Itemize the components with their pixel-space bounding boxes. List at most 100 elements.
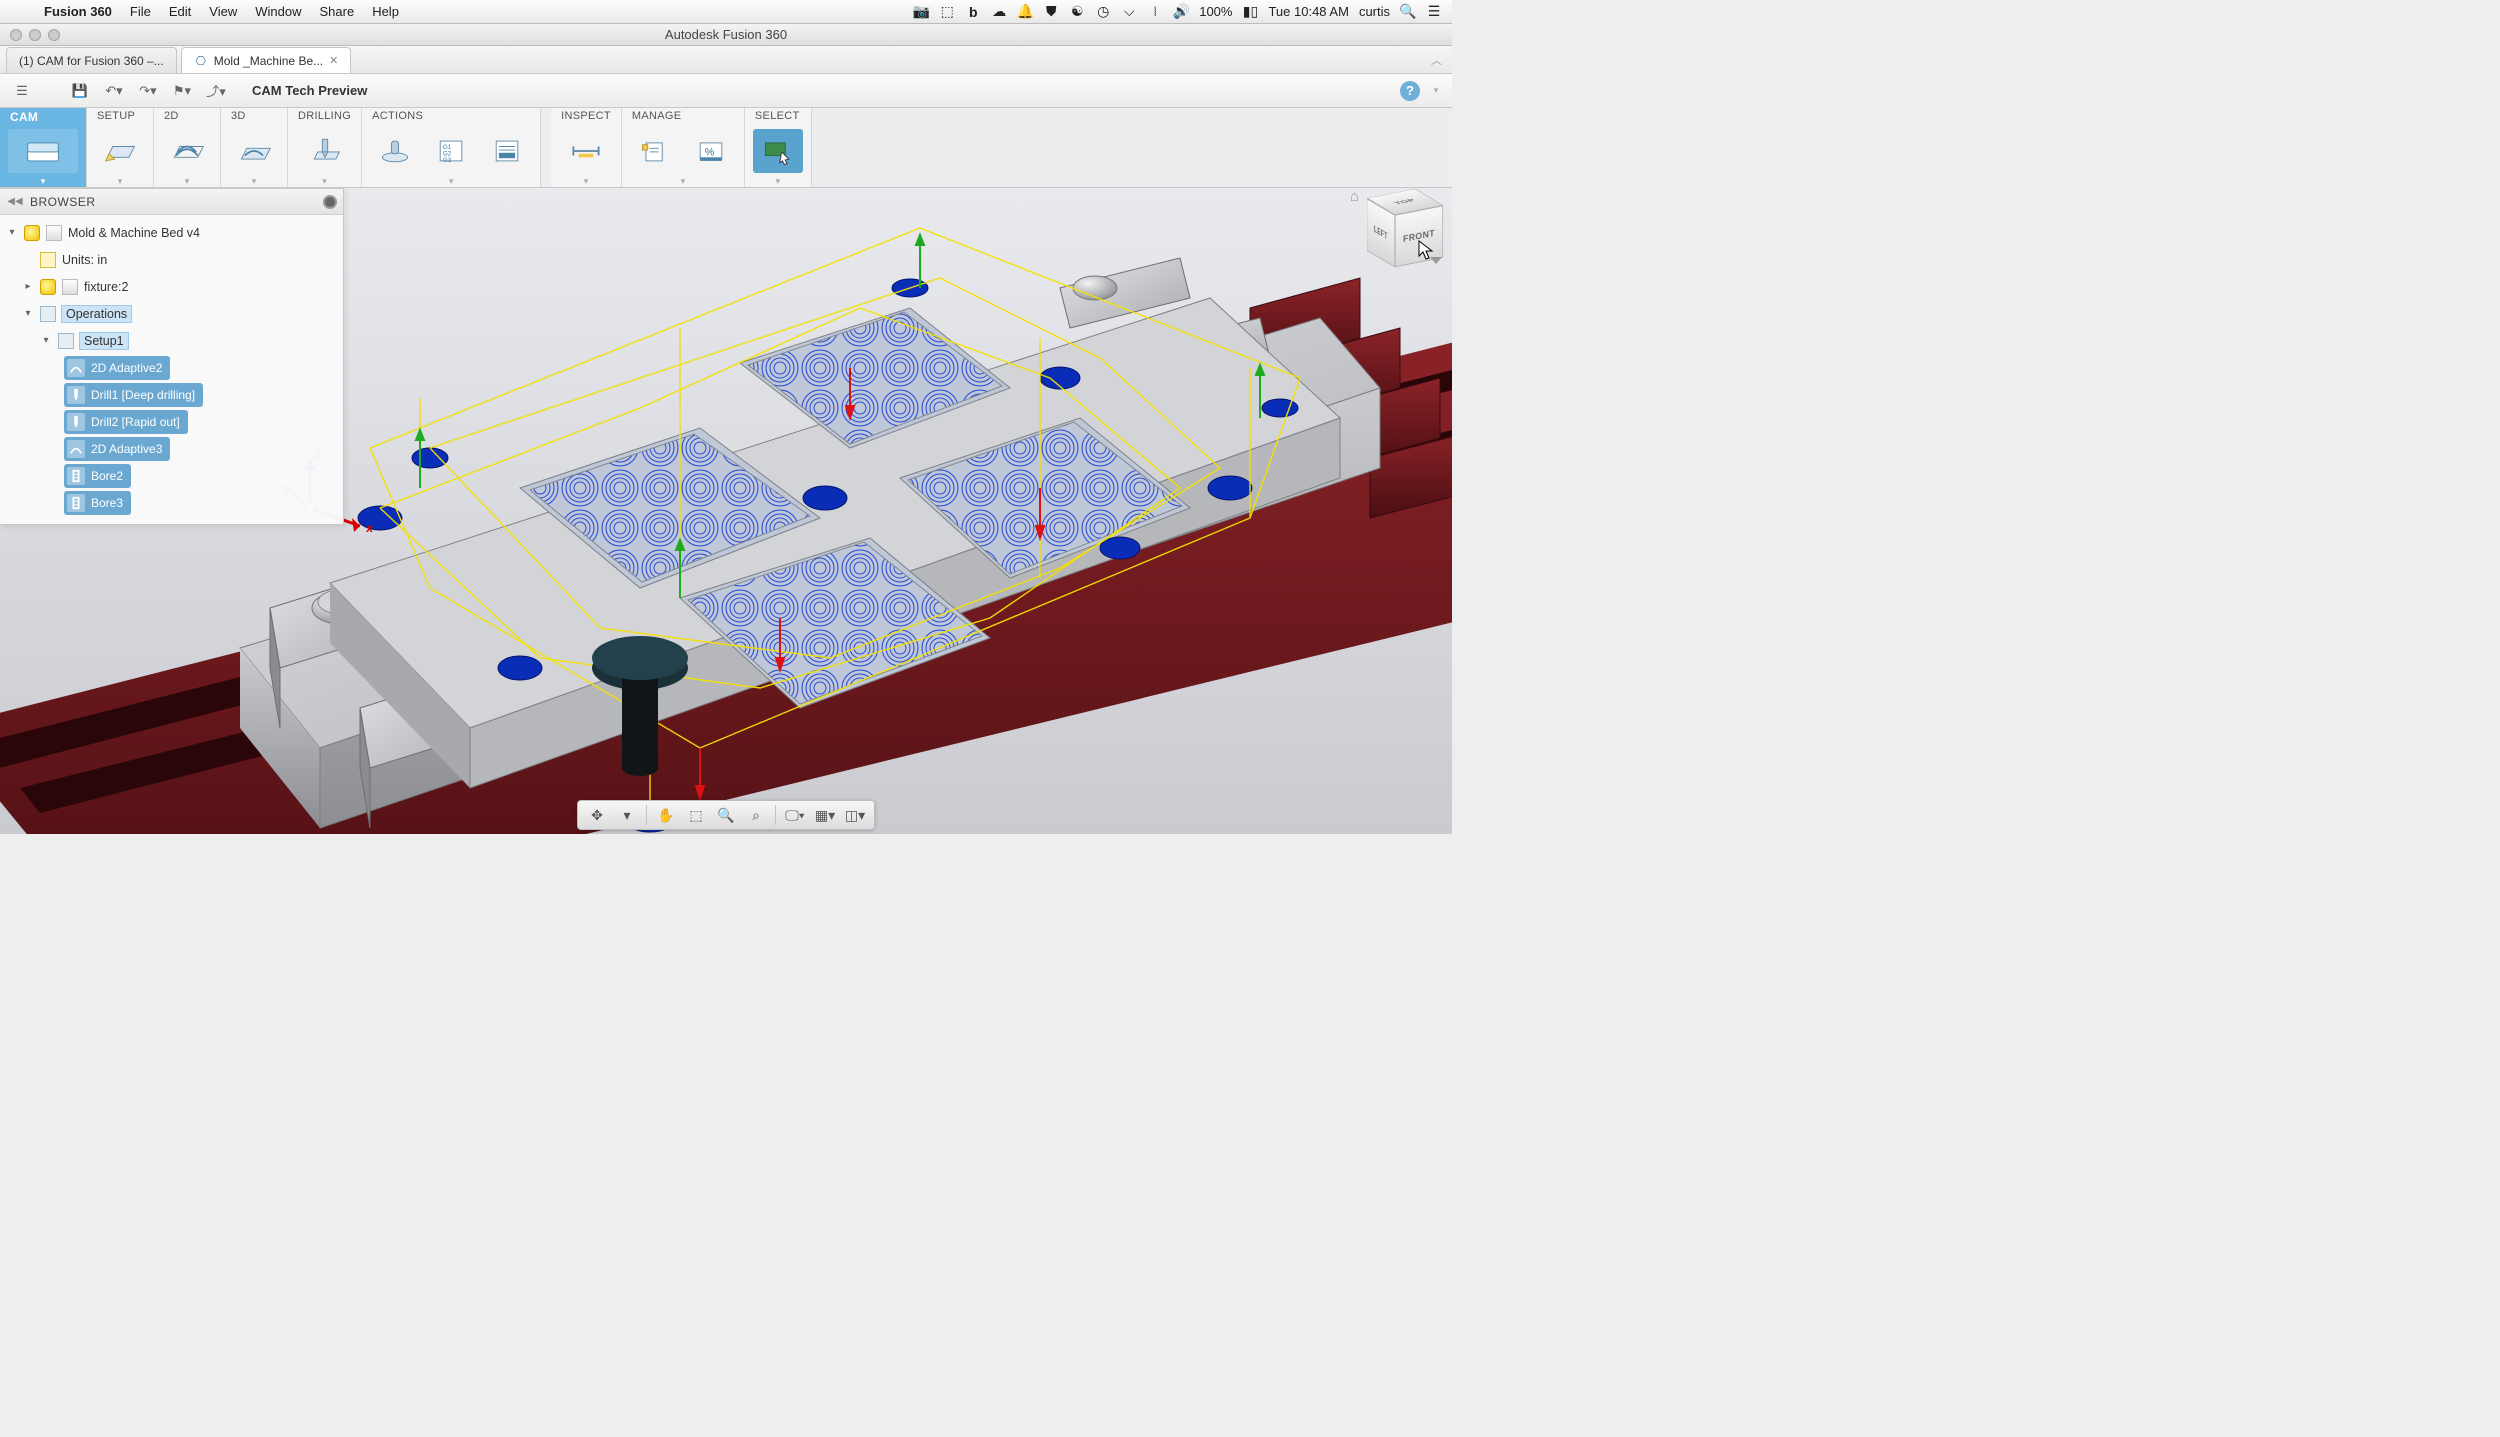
- browser-settings-icon[interactable]: [323, 195, 337, 209]
- viewport[interactable]: x Y Z ◀◀ BROWSER ▾ Mold & Ma: [0, 188, 1452, 834]
- cam-overview-button[interactable]: [8, 129, 78, 173]
- user-text[interactable]: curtis: [1359, 4, 1390, 19]
- visibility-icon[interactable]: [40, 279, 56, 295]
- battery-icon[interactable]: ▮▯: [1242, 4, 1258, 20]
- document-tab-2[interactable]: ⎔ Mold _Machine Be... ✕: [181, 47, 352, 73]
- app-menu-icon[interactable]: ☰: [10, 79, 34, 103]
- browser-collapse-icon[interactable]: ◀◀: [6, 193, 24, 211]
- 3d-button[interactable]: [229, 129, 279, 173]
- tree-operation-row[interactable]: 2D Adaptive2: [0, 354, 343, 381]
- twisty-closed-icon[interactable]: ▸: [22, 281, 34, 292]
- clock-text[interactable]: Tue 10:48 AM: [1268, 4, 1348, 19]
- menu-edit[interactable]: Edit: [169, 4, 191, 19]
- tree-operation-row[interactable]: Bore3: [0, 489, 343, 516]
- viewport-layout-icon[interactable]: ◫▾: [842, 803, 868, 827]
- zoom-icon[interactable]: 🔍: [713, 803, 739, 827]
- sync-icon[interactable]: ☯︎: [1069, 4, 1085, 20]
- tree-operation-row[interactable]: Drill1 [Deep drilling]: [0, 381, 343, 408]
- menu-share[interactable]: Share: [319, 4, 354, 19]
- close-window-button[interactable]: [10, 29, 22, 41]
- menu-view[interactable]: View: [209, 4, 237, 19]
- operation-chip[interactable]: Bore3: [64, 491, 131, 515]
- tree-operation-row[interactable]: 2D Adaptive3: [0, 435, 343, 462]
- bell-icon[interactable]: 🔔: [1017, 4, 1033, 20]
- operation-chip[interactable]: Drill2 [Rapid out]: [64, 410, 188, 434]
- ribbon-group-manage-dropdown-icon[interactable]: ▾: [626, 175, 740, 187]
- grid-settings-icon[interactable]: ▦▾: [812, 803, 838, 827]
- ribbon-group-setup-dropdown-icon[interactable]: ▾: [91, 175, 149, 187]
- undo-icon[interactable]: ↶▾: [102, 79, 126, 103]
- twisty-open-icon[interactable]: ▾: [40, 335, 52, 346]
- ribbon-group-2d-dropdown-icon[interactable]: ▾: [158, 175, 216, 187]
- task-manager-button[interactable]: %: [686, 129, 736, 173]
- ribbon-group-inspect-dropdown-icon[interactable]: ▾: [555, 175, 617, 187]
- twisty-open-icon[interactable]: ▾: [22, 308, 34, 319]
- notification-center-icon[interactable]: ☰: [1426, 4, 1442, 20]
- shield-icon[interactable]: ⛊: [1043, 4, 1059, 20]
- b-icon[interactable]: b: [965, 4, 981, 20]
- ribbon-group-3d-dropdown-icon[interactable]: ▾: [225, 175, 283, 187]
- apple-icon[interactable]: [10, 4, 26, 20]
- setup-button[interactable]: [95, 129, 145, 173]
- viewcube-home-icon[interactable]: ⌂: [1350, 188, 1359, 205]
- save-icon[interactable]: 💾: [68, 79, 92, 103]
- twisty-open-icon[interactable]: ▾: [6, 227, 18, 238]
- clock-icon[interactable]: ◷: [1095, 4, 1111, 20]
- menu-window[interactable]: Window: [255, 4, 301, 19]
- operation-chip[interactable]: Drill1 [Deep drilling]: [64, 383, 203, 407]
- operation-label: Drill1 [Deep drilling]: [91, 388, 195, 402]
- close-tab-icon[interactable]: ✕: [329, 54, 338, 67]
- dropbox-icon[interactable]: ⬚: [939, 4, 955, 20]
- tree-operations-row[interactable]: ▾ Operations: [0, 300, 343, 327]
- tree-root-row[interactable]: ▾ Mold & Machine Bed v4: [0, 219, 343, 246]
- data-panel-icon[interactable]: ⚑▾: [170, 79, 194, 103]
- tree-operation-row[interactable]: Drill2 [Rapid out]: [0, 408, 343, 435]
- orbit-icon[interactable]: ✥: [584, 803, 610, 827]
- tabs-overflow-icon[interactable]: ︿: [1431, 52, 1442, 68]
- fit-icon[interactable]: ⌕: [743, 803, 769, 827]
- operation-chip[interactable]: 2D Adaptive2: [64, 356, 170, 380]
- ribbon-group-select-dropdown-icon[interactable]: ▾: [749, 175, 807, 187]
- document-tab-1[interactable]: (1) CAM for Fusion 360 –...: [6, 47, 177, 73]
- pan-icon[interactable]: ✋: [653, 803, 679, 827]
- tree-setup-row[interactable]: ▾ Setup1: [0, 327, 343, 354]
- redo-icon[interactable]: ↷▾: [136, 79, 160, 103]
- post-process-button[interactable]: G1 G2 G3: [426, 129, 476, 173]
- menu-help[interactable]: Help: [372, 4, 399, 19]
- zoom-window-icon[interactable]: ⬚: [683, 803, 709, 827]
- tree-operation-row[interactable]: Bore2: [0, 462, 343, 489]
- operation-chip[interactable]: 2D Adaptive3: [64, 437, 170, 461]
- setup-sheet-button[interactable]: [482, 129, 532, 173]
- cloud-icon[interactable]: ☁︎: [991, 4, 1007, 20]
- wifi-icon[interactable]: ⧙: [1147, 4, 1163, 20]
- tool-library-button[interactable]: [630, 129, 680, 173]
- measure-button[interactable]: [561, 129, 611, 173]
- volume-icon[interactable]: 🔊: [1173, 4, 1189, 20]
- viewcube[interactable]: ⌂ FRONT TOP LEFT: [1372, 194, 1438, 260]
- zoom-window-button[interactable]: [48, 29, 60, 41]
- tree-units-row[interactable]: Units: in: [0, 246, 343, 273]
- simulate-button[interactable]: [370, 129, 420, 173]
- workspace-label[interactable]: CAM Tech Preview: [252, 83, 367, 98]
- menu-file[interactable]: File: [130, 4, 151, 19]
- ribbon-group-actions-dropdown-icon[interactable]: ▾: [366, 175, 536, 187]
- select-button[interactable]: [753, 129, 803, 173]
- share-icon[interactable]: ⤴︎▾: [204, 79, 228, 103]
- minimize-window-button[interactable]: [29, 29, 41, 41]
- operation-chip[interactable]: Bore2: [64, 464, 131, 488]
- display-settings-icon[interactable]: 🖵▾: [782, 803, 808, 827]
- visibility-icon[interactable]: [24, 225, 40, 241]
- drilling-button[interactable]: [300, 129, 350, 173]
- bluetooth-icon[interactable]: ⌵: [1121, 4, 1137, 20]
- battery-text[interactable]: 100%: [1199, 4, 1232, 19]
- ribbon-group-drilling-dropdown-icon[interactable]: ▾: [292, 175, 357, 187]
- tree-fixture-row[interactable]: ▸ fixture:2: [0, 273, 343, 300]
- spotlight-icon[interactable]: 🔍: [1400, 4, 1416, 20]
- menu-app-name[interactable]: Fusion 360: [44, 4, 112, 19]
- ribbon-group-cam-dropdown-icon[interactable]: ▾: [4, 175, 82, 187]
- help-dropdown-icon[interactable]: ▾: [1430, 79, 1442, 103]
- look-at-icon[interactable]: ▾: [614, 803, 640, 827]
- camera-icon[interactable]: 📷: [913, 4, 929, 20]
- 2d-button[interactable]: [162, 129, 212, 173]
- help-button[interactable]: ?: [1400, 81, 1420, 101]
